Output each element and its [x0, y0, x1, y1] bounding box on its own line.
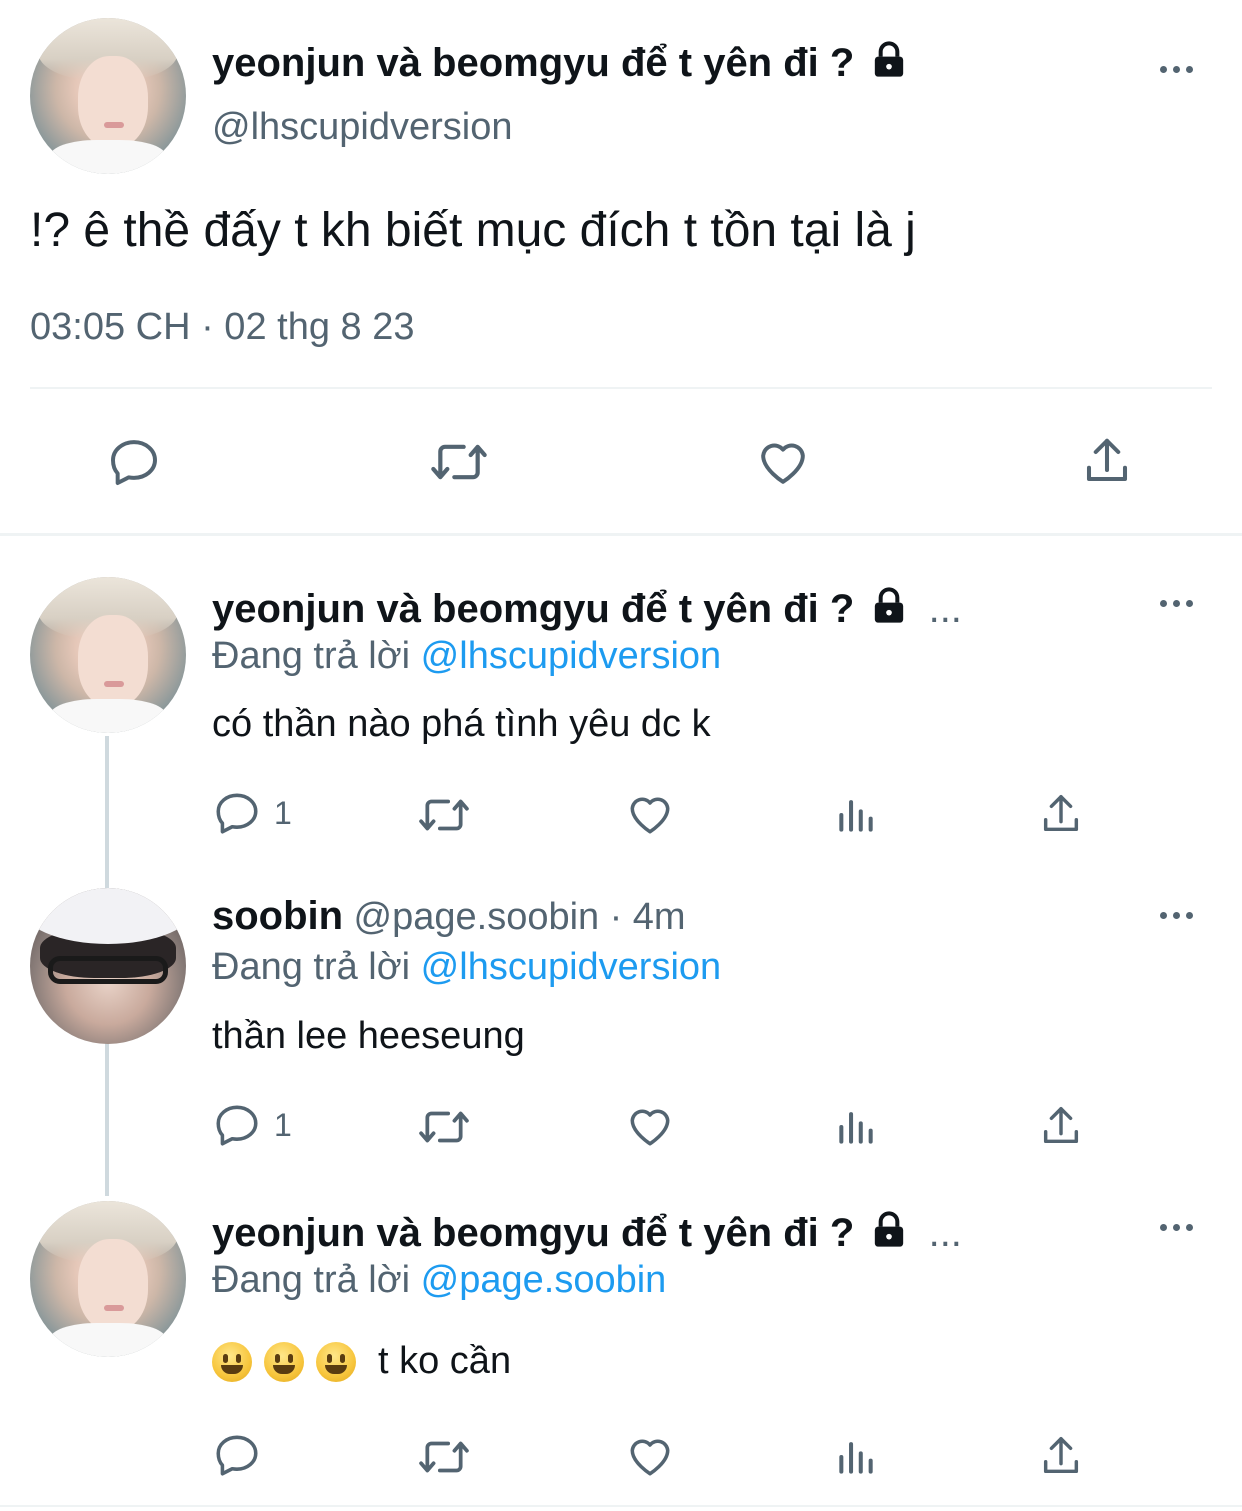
replying-to: Đang trả lời @lhscupidversion [212, 635, 721, 678]
divider [30, 387, 1212, 389]
tweet-header: soobin @page.soobin · 4m [212, 894, 686, 939]
handle[interactable]: @lhscupidversion [212, 106, 513, 149]
share-icon[interactable] [1080, 432, 1134, 490]
analytics-icon[interactable] [834, 1434, 878, 1480]
display-name-text: yeonjun và beomgyu để t yên đi ? [212, 41, 855, 85]
truncation-ellipsis: ... [928, 587, 962, 631]
display-name[interactable]: yeonjun và beomgyu để t yên đi ? ... [212, 586, 962, 632]
separator: · [609, 896, 623, 938]
tweet-text: thần lee heeseung [212, 1015, 525, 1057]
retweet-icon[interactable] [416, 1102, 472, 1152]
avatar[interactable] [30, 18, 186, 174]
avatar[interactable] [30, 1201, 186, 1357]
tweet-text: !? ê thề đấy t kh biết mục đích t tồn tạ… [30, 204, 916, 257]
more-options-icon[interactable] [1160, 600, 1193, 607]
like-icon[interactable] [625, 789, 675, 839]
more-options-icon[interactable] [1160, 1224, 1193, 1231]
lock-icon [869, 586, 909, 626]
truncation-ellipsis: ... [928, 1211, 962, 1255]
share-icon[interactable] [1038, 790, 1084, 838]
lock-icon [869, 1210, 909, 1250]
time-ago[interactable]: 4m [633, 896, 686, 938]
lock-icon [869, 40, 909, 80]
display-name-text: yeonjun và beomgyu để t yên đi ? [212, 587, 855, 631]
bottom-divider [0, 1505, 1242, 1507]
replying-label: Đang trả lời [212, 1259, 411, 1301]
reply-icon[interactable] [106, 434, 162, 490]
replying-to: Đang trả lời @page.soobin [212, 1259, 666, 1302]
analytics-icon[interactable] [834, 792, 878, 838]
replying-label: Đang trả lời [212, 946, 411, 988]
analytics-icon[interactable] [834, 1104, 878, 1150]
share-icon[interactable] [1038, 1102, 1084, 1150]
replying-to-link[interactable]: @page.soobin [421, 1259, 667, 1301]
more-options-icon[interactable] [1160, 66, 1193, 73]
share-icon[interactable] [1038, 1432, 1084, 1480]
tweet-text: t ko cần [212, 1340, 511, 1383]
retweet-icon[interactable] [416, 790, 472, 840]
tweet-text: có thần nào phá tình yêu dc k [212, 703, 711, 745]
replying-to-link[interactable]: @lhscupidversion [421, 635, 722, 677]
reply-icon[interactable]: 1 [212, 1100, 292, 1150]
replying-label: Đang trả lời [212, 635, 411, 677]
grinning-face-icon [212, 1341, 252, 1382]
reply-count: 1 [274, 794, 292, 831]
avatar[interactable] [30, 888, 186, 1044]
more-options-icon[interactable] [1160, 912, 1193, 919]
like-icon[interactable] [625, 1431, 675, 1481]
like-icon[interactable] [625, 1101, 675, 1151]
grinning-face-icon [316, 1341, 356, 1382]
handle[interactable]: @page.soobin [354, 896, 600, 938]
retweet-icon[interactable] [416, 1432, 472, 1482]
avatar[interactable] [30, 577, 186, 733]
grinning-face-icon [264, 1341, 304, 1382]
display-name[interactable]: yeonjun và beomgyu để t yên đi ? ... [212, 1210, 962, 1256]
display-name[interactable]: yeonjun và beomgyu để t yên đi ? [212, 40, 909, 86]
reply-count: 1 [274, 1106, 292, 1143]
reply-icon[interactable]: 1 [212, 788, 292, 838]
display-name[interactable]: soobin [212, 894, 343, 938]
section-divider [0, 533, 1242, 536]
timestamp[interactable]: 03:05 CH · 02 thg 8 23 [30, 306, 414, 349]
display-name-text: yeonjun và beomgyu để t yên đi ? [212, 1211, 855, 1255]
tweet-text-content: t ko cần [378, 1340, 512, 1382]
like-icon[interactable] [754, 434, 812, 490]
reply-icon[interactable] [212, 1430, 262, 1480]
replying-to: Đang trả lời @lhscupidversion [212, 946, 721, 989]
retweet-icon[interactable] [428, 434, 490, 490]
replying-to-link[interactable]: @lhscupidversion [421, 946, 722, 988]
